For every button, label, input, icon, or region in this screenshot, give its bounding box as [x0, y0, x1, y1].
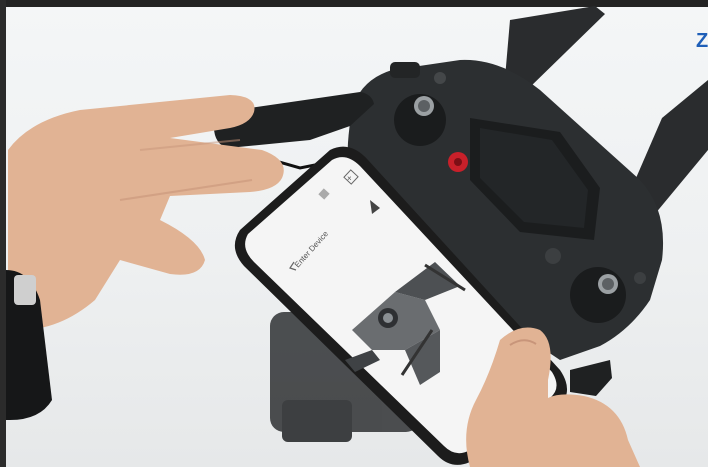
- watermark: Z: [696, 30, 708, 52]
- photo-stage: × Enter Device Z: [0, 0, 708, 467]
- photo-illustration: × Enter Device: [6, 6, 708, 467]
- small-button-top: [434, 72, 446, 84]
- small-button-right: [545, 248, 561, 264]
- right-joystick: [570, 267, 626, 323]
- close-symbol: ×: [347, 174, 352, 183]
- small-button-bottom: [634, 272, 646, 284]
